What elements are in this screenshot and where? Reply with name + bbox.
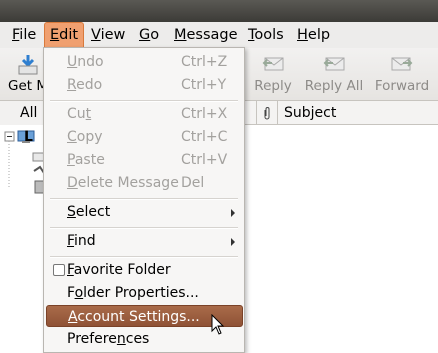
delete-shortcut: Del [181, 175, 205, 191]
menu-item-copy[interactable]: Copy Ctrl+C [45, 126, 243, 148]
get-mail-button[interactable]: Get M [8, 54, 48, 94]
subject-column-header[interactable]: Subject [284, 101, 336, 125]
menu-tools[interactable]: Tools [243, 22, 289, 48]
menu-separator [50, 256, 238, 258]
favorite-checkbox[interactable] [53, 264, 65, 276]
attachment-column-icon[interactable] [256, 101, 278, 125]
message-list-header: Subject [244, 101, 438, 125]
menu-item-select[interactable]: Select [45, 201, 243, 223]
menu-item-redo[interactable]: Redo Ctrl+Y [45, 74, 243, 96]
menu-view[interactable]: View [86, 22, 130, 48]
reply-button[interactable]: Reply [254, 54, 292, 94]
menu-item-cut[interactable]: Cut Ctrl+X [45, 103, 243, 125]
redo-shortcut: Ctrl+Y [181, 77, 227, 93]
menu-edit[interactable]: Edit [44, 22, 85, 48]
mouse-pointer-icon [211, 313, 225, 340]
reply-all-label: Reply All [304, 78, 364, 94]
reply-icon [260, 54, 286, 74]
menu-separator [50, 100, 238, 102]
menu-item-undo[interactable]: Undo Ctrl+Z [45, 51, 243, 73]
reply-label: Reply [254, 78, 292, 94]
menu-bar: File Edit View Go Message Tools Help [0, 22, 438, 48]
copy-shortcut: Ctrl+C [181, 129, 228, 145]
menu-item-find[interactable]: Find [45, 230, 243, 252]
menu-file[interactable]: File [7, 22, 41, 48]
reply-all-button[interactable]: Reply All [303, 54, 365, 94]
edit-menu-dropdown: Undo Ctrl+Z Redo Ctrl+Y Cut Ctrl+X Copy … [43, 47, 245, 353]
get-mail-icon [15, 54, 41, 75]
local-folders-label[interactable]: L [24, 129, 33, 145]
cut-shortcut: Ctrl+X [181, 106, 228, 122]
folder-tree: L [4, 129, 48, 209]
menu-item-delete-message[interactable]: Delete Message Del [45, 172, 243, 194]
menu-item-paste[interactable]: Paste Ctrl+V [45, 149, 243, 171]
menu-item-folder-properties[interactable]: Folder Properties... [45, 282, 243, 304]
window-titlebar [0, 0, 438, 22]
menu-message[interactable]: Message [169, 22, 243, 48]
forward-label: Forward [374, 78, 430, 94]
forward-icon [389, 54, 415, 74]
menu-item-favorite-folder[interactable]: Favorite Folder [45, 259, 243, 281]
submenu-arrow-icon [231, 238, 235, 246]
get-mail-label: Get M [8, 78, 48, 94]
menu-go[interactable]: Go [134, 22, 164, 48]
reply-all-icon [321, 54, 347, 74]
menu-separator [50, 198, 238, 200]
menu-separator [50, 227, 238, 229]
submenu-arrow-icon [231, 209, 235, 217]
forward-button[interactable]: Forward [372, 54, 432, 94]
undo-shortcut: Ctrl+Z [181, 54, 228, 70]
folder-view-selector[interactable]: All [0, 101, 48, 125]
menu-help[interactable]: Help [292, 22, 335, 48]
paste-shortcut: Ctrl+V [181, 152, 228, 168]
